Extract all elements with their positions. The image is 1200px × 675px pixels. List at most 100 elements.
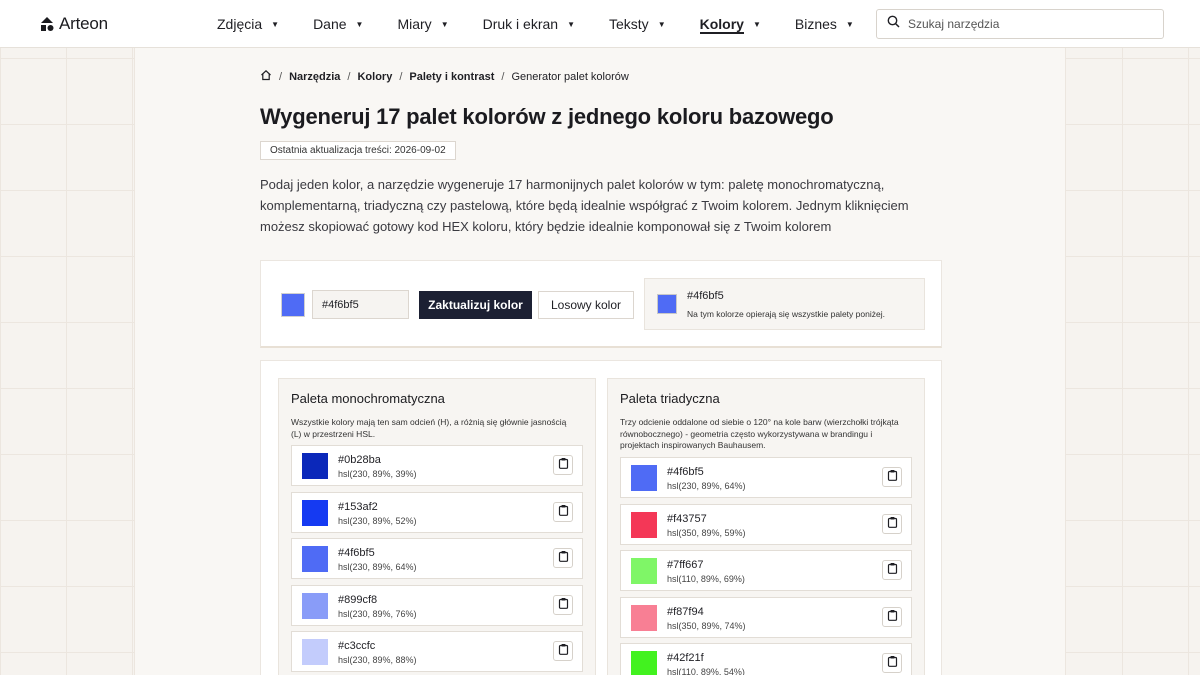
- breadcrumb-separator: /: [399, 70, 403, 83]
- copy-button[interactable]: [553, 594, 573, 615]
- color-row[interactable]: #153af2 hsl(230, 89%, 52%): [291, 491, 583, 533]
- color-hsl: hsl(350, 89%, 59%): [667, 527, 746, 538]
- nav-item-kolory[interactable]: Kolory ▼: [699, 0, 761, 48]
- caret-down-icon: ▼: [355, 19, 364, 29]
- nav-item-dane[interactable]: Dane ▼: [313, 0, 363, 48]
- home-icon[interactable]: [260, 69, 272, 84]
- breadcrumb: / Narzędzia / Kolory / Palety i kontrast…: [260, 69, 629, 84]
- caret-down-icon: ▼: [440, 19, 449, 29]
- nav-item-label: Miary: [397, 16, 432, 32]
- copy-button[interactable]: [882, 653, 902, 673]
- color-chip: [302, 546, 328, 572]
- nav-item-label: Biznes: [794, 16, 837, 32]
- logo[interactable]: Arteon: [39, 14, 108, 34]
- color-hex: #42f21f: [667, 652, 704, 664]
- color-chip: [631, 511, 657, 538]
- copy-button[interactable]: [553, 548, 573, 568]
- color-picker-panel: Zaktualizuj kolor Losowy kolor #4f6bf5 N…: [260, 260, 942, 348]
- nav-item-teksty[interactable]: Teksty ▼: [609, 0, 666, 48]
- color-chip: [631, 465, 657, 491]
- nav-item-zdjecia[interactable]: Zdjęcia ▼: [217, 0, 279, 48]
- color-chip: [302, 453, 328, 479]
- logo-icon: [39, 16, 55, 32]
- copy-button[interactable]: [553, 455, 573, 475]
- nav-item-label: Teksty: [609, 16, 649, 32]
- color-hsl: hsl(230, 89%, 64%): [667, 481, 746, 491]
- breadcrumb-separator: /: [279, 70, 283, 83]
- color-chip: [302, 639, 328, 665]
- caret-down-icon: ▼: [845, 19, 854, 29]
- color-row[interactable]: #899cf8 hsl(230, 89%, 76%): [291, 584, 583, 626]
- copy-button[interactable]: [882, 467, 902, 487]
- clipboard-icon: [558, 456, 569, 474]
- color-hex: #f43757: [667, 512, 707, 525]
- update-color-button[interactable]: Zaktualizuj kolor: [419, 291, 532, 319]
- random-color-button[interactable]: Losowy kolor: [538, 291, 634, 319]
- clipboard-icon: [558, 549, 569, 567]
- copy-button[interactable]: [882, 513, 902, 534]
- base-color-swatch: [657, 294, 677, 314]
- color-row[interactable]: #0b28ba hsl(230, 89%, 39%): [291, 445, 583, 486]
- color-hex: #4f6bf5: [338, 547, 375, 559]
- color-hsl: hsl(230, 89%, 52%): [338, 515, 417, 526]
- color-row[interactable]: #4f6bf5 hsl(230, 89%, 64%): [620, 457, 912, 498]
- clipboard-icon: [887, 515, 898, 533]
- clipboard-icon: [887, 608, 898, 626]
- color-row[interactable]: #7ff667 hsl(110, 89%, 69%): [620, 550, 912, 591]
- nav-item-label: Druk i ekran: [482, 16, 559, 32]
- color-hex: #153af2: [338, 500, 378, 513]
- base-color-hex: #4f6bf5: [687, 290, 724, 302]
- color-hsl: hsl(350, 89%, 74%): [667, 620, 746, 631]
- clipboard-icon: [558, 596, 569, 614]
- clipboard-icon: [558, 503, 569, 521]
- color-row[interactable]: #f87f94 hsl(350, 89%, 74%): [620, 596, 912, 638]
- top-navigation-bar: Arteon Zdjęcia ▼ Dane ▼ Miary ▼ Druk i ekra…: [0, 0, 1200, 48]
- color-row[interactable]: #4f6bf5 hsl(230, 89%, 64%): [291, 538, 583, 579]
- caret-down-icon: ▼: [657, 19, 666, 29]
- copy-button[interactable]: [553, 641, 573, 661]
- nav-item-biznes[interactable]: Biznes ▼: [795, 0, 854, 48]
- breadcrumb-separator: /: [347, 70, 351, 83]
- color-hsl: hsl(230, 89%, 39%): [338, 469, 417, 479]
- copy-button[interactable]: [882, 560, 902, 580]
- breadcrumb-current: Generator palet kolorów: [511, 70, 629, 83]
- breadcrumb-link-kolory[interactable]: Kolory: [357, 71, 392, 83]
- palette-title: Paleta monochromatyczna: [291, 391, 445, 406]
- color-swatch[interactable]: [281, 293, 305, 317]
- hex-input[interactable]: [312, 290, 409, 319]
- color-chip: [631, 604, 657, 631]
- nav-item-druk-i-ekran[interactable]: Druk i ekran ▼: [483, 0, 575, 48]
- palette-triadic: Paleta triadyczna Trzy odcienie oddalone…: [607, 378, 925, 675]
- nav-item-miary[interactable]: Miary ▼: [397, 0, 448, 48]
- copy-button[interactable]: [553, 501, 573, 522]
- search-box[interactable]: [876, 9, 1164, 39]
- breadcrumb-link-narzedzia[interactable]: Narzędzia: [289, 71, 340, 83]
- color-hsl: hsl(110, 89%, 54%): [667, 667, 745, 675]
- color-row[interactable]: #f43757 hsl(350, 89%, 59%): [620, 503, 912, 545]
- copy-button[interactable]: [882, 606, 902, 627]
- color-hsl: hsl(230, 89%, 76%): [338, 608, 417, 619]
- color-hex: #f87f94: [667, 605, 704, 618]
- color-chip: [302, 499, 328, 526]
- color-hex: #899cf8: [338, 593, 378, 606]
- color-hex: #c3ccfc: [338, 640, 376, 652]
- page-title: Wygeneruj 17 palet kolorów z jednego kol…: [260, 104, 834, 129]
- search-input[interactable]: [908, 17, 1148, 31]
- color-chip: [631, 651, 657, 675]
- clipboard-icon: [558, 642, 569, 660]
- color-row[interactable]: #42f21f hsl(110, 89%, 54%): [620, 643, 912, 675]
- search-icon: [887, 15, 900, 33]
- palette-description: Trzy odcienie oddalone od siebie o 120° …: [620, 417, 899, 450]
- color-hsl: hsl(230, 89%, 64%): [338, 562, 417, 572]
- nav-item-label: Zdjęcia: [217, 16, 263, 32]
- color-row[interactable]: #c3ccfc hsl(230, 89%, 88%): [291, 631, 583, 672]
- color-chip: [302, 592, 328, 619]
- caret-down-icon: ▼: [567, 19, 575, 29]
- breadcrumb-link-palety[interactable]: Palety i kontrast: [409, 71, 494, 83]
- intro-text: Podaj jeden kolor, a narzędzie wygeneruj…: [260, 177, 909, 234]
- color-hsl: hsl(230, 89%, 88%): [338, 655, 417, 665]
- logo-text: Arteon: [59, 14, 108, 33]
- main-content: / Narzędzia / Kolory / Palety i kontrast…: [134, 48, 1066, 675]
- base-color-note: Na tym kolorze opierają się wszystkie pa…: [687, 309, 885, 319]
- color-chip: [631, 558, 657, 584]
